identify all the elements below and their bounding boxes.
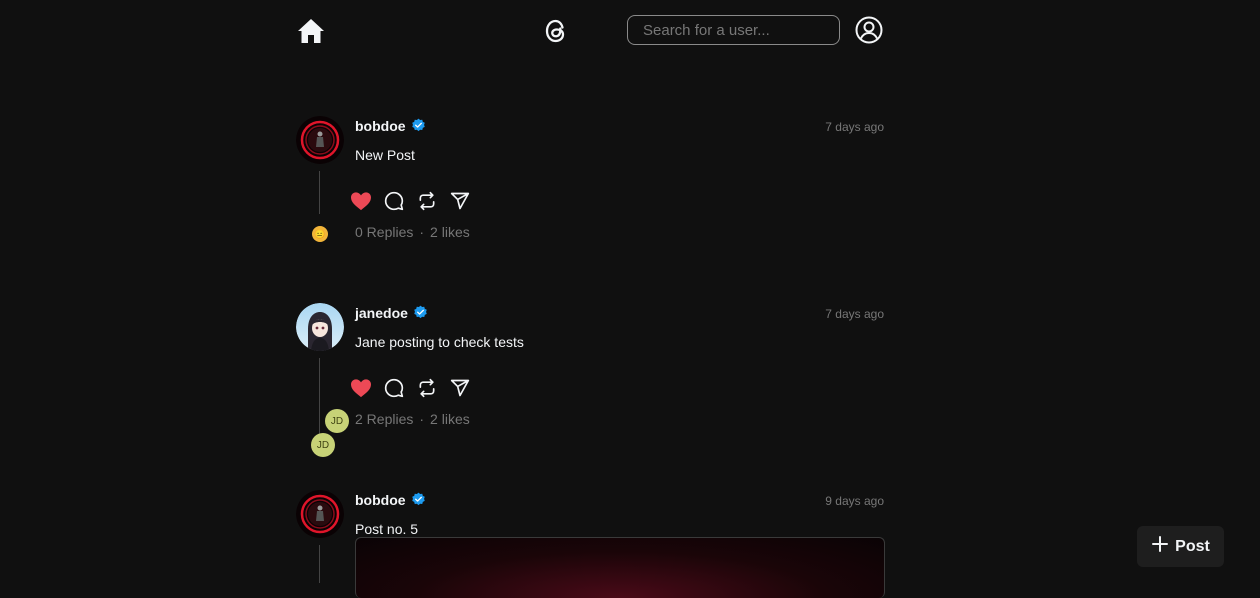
separator-dot: · [419,224,425,240]
avatar[interactable] [296,303,344,351]
reply-count[interactable]: 2 Replies [355,411,413,427]
post-stats: 2 Replies · 2 likes [355,411,470,427]
post-username[interactable]: bobdoe [355,492,406,508]
home-icon[interactable] [297,17,325,45]
create-post-button[interactable]: Post [1137,526,1224,567]
post-image[interactable] [355,537,885,598]
share-icon[interactable] [448,189,472,213]
post-card: 😑 bobdoe 7 days ago New Post 0 Replies · 2… [296,116,884,246]
search-input[interactable] [627,15,840,45]
reply-avatar: JD [311,433,335,457]
post-timestamp: 9 days ago [825,494,884,508]
reply-count[interactable]: 0 Replies [355,224,413,240]
like-icon[interactable] [349,376,373,400]
like-count[interactable]: 2 likes [430,224,470,240]
post-timestamp: 7 days ago [825,120,884,134]
comment-icon[interactable] [382,189,406,213]
profile-icon[interactable] [855,16,883,44]
post-stats: 0 Replies · 2 likes [355,224,470,240]
post-text: Jane posting to check tests [355,334,524,350]
separator-dot: · [419,411,425,427]
post-text: Post no. 5 [355,521,419,537]
thread-line [319,171,320,214]
top-nav [0,0,1260,62]
post-card: bobdoe 9 days ago Post no. 5 [296,490,885,598]
verified-badge-icon [411,492,426,507]
like-count[interactable]: 2 likes [430,411,470,427]
plus-icon [1151,535,1169,558]
post-actions [349,376,472,400]
post-actions [349,189,472,213]
create-post-label: Post [1175,537,1210,555]
post-username[interactable]: bobdoe [355,118,406,134]
share-icon[interactable] [448,376,472,400]
thread-line [319,545,320,583]
avatar[interactable] [296,116,344,164]
verified-badge-icon [411,118,426,133]
post-text: New Post [355,147,415,163]
avatar[interactable] [296,490,344,538]
reply-avatar: JD [325,409,349,433]
repost-icon[interactable] [415,189,439,213]
repost-icon[interactable] [415,376,439,400]
post-username[interactable]: janedoe [355,305,408,321]
like-icon[interactable] [349,189,373,213]
post-card: JD JD janedoe 7 days ago Jane posting to… [296,303,884,463]
verified-badge-icon [413,305,428,320]
reply-avatar: 😑 [312,226,328,242]
comment-icon[interactable] [382,376,406,400]
post-timestamp: 7 days ago [825,307,884,321]
threads-logo-icon[interactable] [543,17,569,45]
